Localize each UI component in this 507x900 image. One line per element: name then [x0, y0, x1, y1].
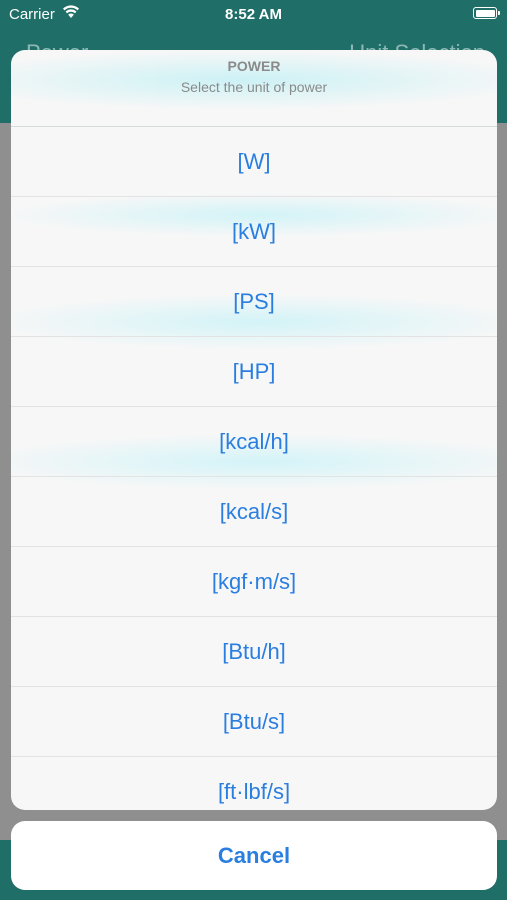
- unit-option-btu-s[interactable]: [Btu/s]: [11, 687, 497, 757]
- unit-option-ft-lbf-s[interactable]: [ft·lbf/s]: [11, 757, 497, 810]
- unit-option-kw[interactable]: [kW]: [11, 197, 497, 267]
- sheet-title: POWER: [227, 58, 281, 74]
- unit-option-ps[interactable]: [PS]: [11, 267, 497, 337]
- unit-option-btu-h[interactable]: [Btu/h]: [11, 617, 497, 687]
- status-time: 8:52 AM: [225, 6, 282, 23]
- sheet-message: Select the unit of power: [180, 79, 328, 95]
- unit-option-w[interactable]: [W]: [11, 127, 497, 197]
- status-bar: Carrier 8:52 AM: [0, 0, 507, 28]
- battery-icon: [473, 7, 500, 19]
- unit-option-list: [W] [kW] [PS] [HP] [kcal/h] [kcal/s] [kg…: [11, 127, 497, 810]
- unit-option-kcal-h[interactable]: [kcal/h]: [11, 407, 497, 477]
- sheet-header: POWER Select the unit of power: [11, 50, 497, 127]
- unit-option-kcal-s[interactable]: [kcal/s]: [11, 477, 497, 547]
- unit-action-sheet: POWER Select the unit of power [W] [kW] …: [11, 50, 497, 810]
- unit-option-hp[interactable]: [HP]: [11, 337, 497, 407]
- cancel-button[interactable]: Cancel: [11, 821, 497, 890]
- unit-option-kgf-m-s[interactable]: [kgf·m/s]: [11, 547, 497, 617]
